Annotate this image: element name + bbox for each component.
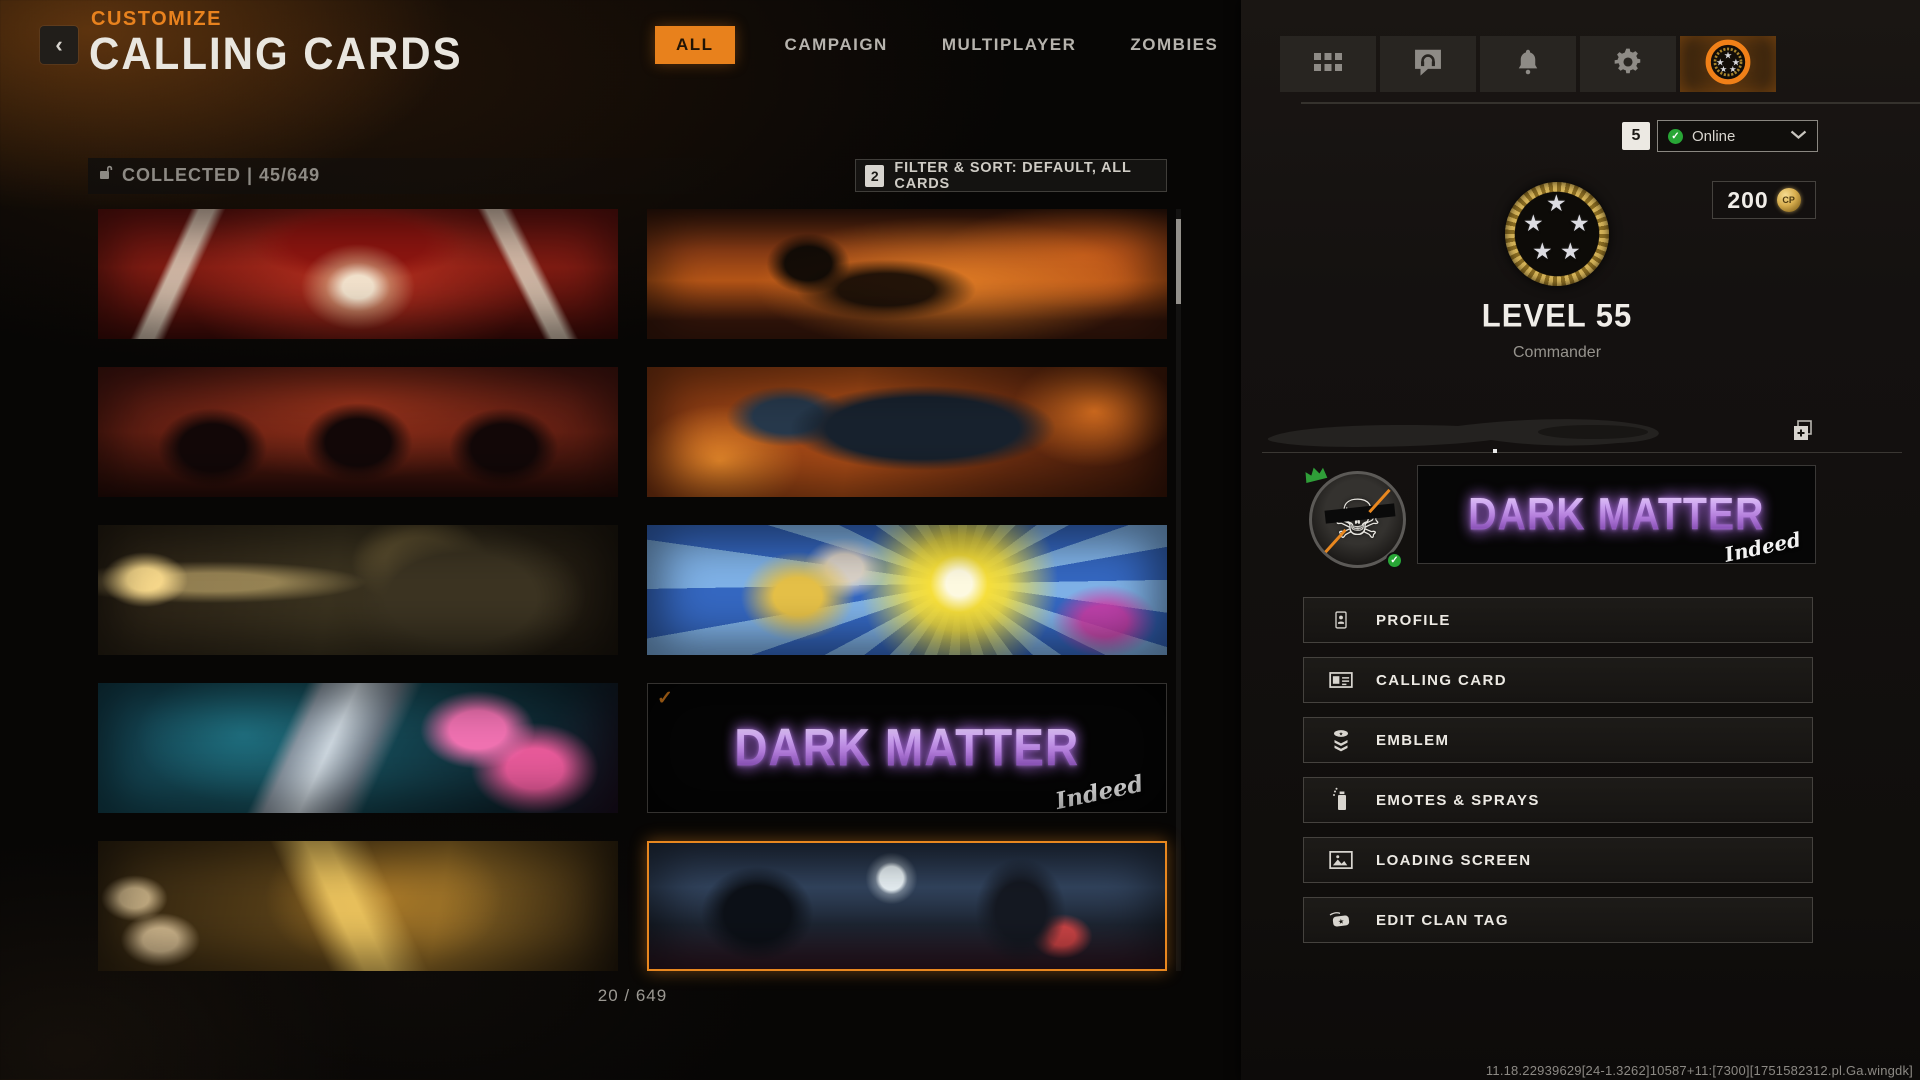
menu-item-label: PROFILE	[1376, 612, 1451, 629]
calling-card-dino-gunner[interactable]	[98, 525, 618, 655]
tab-campaign[interactable]: CAMPAIGN	[781, 26, 892, 64]
nav-notifications-button[interactable]	[1480, 36, 1576, 92]
customize-menu: PROFILE CALLING CARD ★ EMBLEM EMOTES & S…	[1303, 597, 1813, 957]
divider	[1262, 452, 1902, 453]
collected-count: COLLECTED | 45/649	[99, 164, 320, 186]
tab-zombies[interactable]: ZOMBIES	[1126, 26, 1222, 64]
star-icon: ★	[1546, 190, 1567, 217]
currency-amount: 200	[1727, 187, 1768, 214]
scrollbar-thumb[interactable]	[1176, 219, 1181, 304]
page-title: CALLING CARDS	[89, 28, 463, 80]
calling-card-flame-wolf[interactable]	[647, 367, 1167, 497]
nav-voice-chat-button[interactable]	[1380, 36, 1476, 92]
online-status-dropdown[interactable]: ✓ Online	[1657, 120, 1818, 152]
tab-multiplayer[interactable]: MULTIPLAYER	[938, 26, 1081, 64]
calling-card-icon	[1328, 669, 1354, 691]
calling-card-comic-blast-skeleton[interactable]	[647, 525, 1167, 655]
calling-card-three-horsemen[interactable]	[98, 367, 618, 497]
chevron-left-icon: ‹	[55, 32, 62, 58]
dog-tag-icon: ★	[1328, 909, 1354, 931]
grid-page-counter: 20 / 649	[98, 986, 1167, 1006]
app-grid-icon	[1311, 49, 1345, 80]
chevron-down-icon	[1790, 127, 1807, 145]
svg-text:★: ★	[1729, 63, 1736, 73]
calling-card-reaper-moonlight[interactable]	[647, 841, 1167, 971]
crown-icon	[1302, 463, 1331, 490]
notification-count-badge: 5	[1622, 122, 1650, 150]
nav-divider	[1301, 102, 1920, 104]
filter-sort-button[interactable]: 2 FILTER & SORT: DEFAULT, ALL CARDS	[855, 159, 1167, 192]
menu-item-emotes-sprays[interactable]: EMOTES & SPRAYS	[1303, 777, 1813, 823]
spray-can-icon	[1328, 787, 1354, 813]
menu-item-edit-clan-tag[interactable]: ★ EDIT CLAN TAG	[1303, 897, 1813, 943]
menu-item-calling-card[interactable]: CALLING CARD	[1303, 657, 1813, 703]
svg-text:★: ★	[1337, 917, 1344, 926]
calling-card-title: DARK MATTER	[734, 718, 1079, 779]
menu-item-emblem[interactable]: ★ EMBLEM	[1303, 717, 1813, 763]
calling-card-chainsaw-anime-girl[interactable]	[98, 683, 618, 813]
online-status-value: Online	[1692, 128, 1781, 145]
menu-item-loading-screen[interactable]: LOADING SCREEN	[1303, 837, 1813, 883]
rank-emblem-icon: ★	[1328, 727, 1354, 753]
build-version: 11.18.22939629[24-1.3262]10587+11:[7300]…	[1486, 1063, 1913, 1078]
cod-points-balance: 200 CP	[1712, 181, 1816, 219]
loading-screen-icon	[1328, 849, 1354, 871]
online-check-icon: ✓	[1386, 552, 1403, 569]
svg-text:★: ★	[1720, 63, 1727, 73]
calling-card-dark-matter[interactable]: ✓ DARK MATTER Indeed	[647, 683, 1167, 813]
star-icon: ★	[1532, 238, 1553, 265]
calling-cards-screen: { "colors": { "accent": "#e8811c", "onli…	[0, 0, 1920, 1080]
filter-sort-label: FILTER & SORT: DEFAULT, ALL CARDS	[894, 160, 1157, 192]
grid-scrollbar[interactable]	[1176, 209, 1181, 971]
banner-title: DARK MATTER	[1468, 489, 1764, 541]
svg-text:★: ★	[1339, 731, 1344, 737]
unlocked-padlock-icon	[99, 164, 114, 186]
nav-settings-button[interactable]	[1580, 36, 1676, 92]
menu-item-label: EMOTES & SPRAYS	[1376, 792, 1540, 809]
back-button[interactable]: ‹	[40, 26, 78, 64]
online-status-icon: ✓	[1668, 129, 1683, 144]
id-card-icon	[1328, 607, 1354, 633]
nav-player-emblem-button[interactable]: ★★★★★	[1680, 36, 1776, 92]
menu-item-label: LOADING SCREEN	[1376, 852, 1531, 869]
calling-card-golden-skeleton-king[interactable]	[98, 841, 618, 971]
star-icon: ★	[1523, 210, 1544, 237]
menu-item-label: CALLING CARD	[1376, 672, 1507, 689]
hotkey-badge: 2	[865, 165, 884, 187]
star-icon: ★	[1560, 238, 1581, 265]
player-avatar-emblem[interactable]: ☠ ✓	[1309, 471, 1406, 568]
calling-card-coffin-drag-inferno[interactable]	[647, 209, 1167, 339]
social-add-icon[interactable]	[1790, 418, 1816, 449]
cod-points-coin-icon: CP	[1777, 188, 1801, 212]
panel-nav: ★★★★★	[1280, 36, 1776, 92]
rank-emblem: ★ ★ ★ ★ ★	[1505, 182, 1609, 286]
rank-title: Commander	[1301, 344, 1813, 362]
social-panel: ★★★★★ 5 ✓ Online 200 CP ★ ★ ★ ★ ★ LEVEL …	[1241, 0, 1920, 1080]
voice-chat-icon	[1411, 47, 1445, 82]
star-icon: ★	[1569, 210, 1590, 237]
menu-item-label: EDIT CLAN TAG	[1376, 912, 1509, 929]
calling-card-grid: ✓ DARK MATTER Indeed	[98, 209, 1167, 971]
divider-dot	[1493, 449, 1497, 453]
calling-card-red-skeleton-cowboy[interactable]	[98, 209, 618, 339]
collected-label: COLLECTED | 45/649	[122, 165, 320, 186]
menu-item-profile[interactable]: PROFILE	[1303, 597, 1813, 643]
tab-all[interactable]: ALL	[655, 26, 735, 64]
menu-item-label: EMBLEM	[1376, 732, 1449, 749]
level-label: LEVEL 55	[1301, 297, 1813, 335]
nav-app-grid-button[interactable]	[1280, 36, 1376, 92]
player-emblem-icon: ★★★★★	[1703, 37, 1753, 92]
settings-gear-icon	[1612, 46, 1644, 83]
notifications-bell-icon	[1513, 46, 1543, 83]
equipped-calling-card-banner[interactable]: DARK MATTER Indeed	[1417, 465, 1816, 564]
